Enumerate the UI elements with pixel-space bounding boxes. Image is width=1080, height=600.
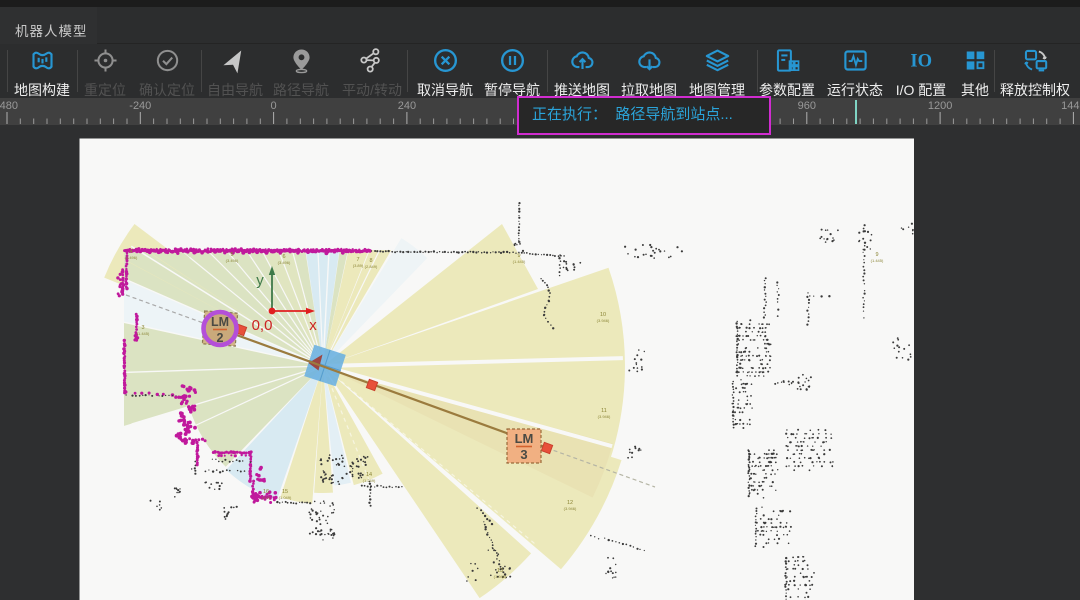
svg-text:(3.496): (3.496): [278, 260, 291, 265]
svg-text:(1.445): (1.445): [513, 259, 526, 264]
svg-text:IO: IO: [910, 51, 932, 72]
svg-text:(1.445): (1.445): [871, 258, 884, 263]
svg-text:240: 240: [398, 100, 416, 112]
svg-text:0: 0: [271, 100, 277, 112]
svg-text:LM: LM: [211, 315, 229, 329]
svg-text:-240: -240: [129, 100, 151, 112]
svg-text:2: 2: [217, 331, 224, 345]
svg-text:(1.946): (1.946): [494, 574, 507, 579]
svg-text:(1.249): (1.249): [363, 478, 376, 483]
svg-text:(2.849): (2.849): [365, 264, 378, 269]
svg-text:(3.496): (3.496): [226, 258, 239, 263]
svg-text:LM: LM: [515, 431, 534, 446]
svg-text:(1.0): (1.0): [262, 495, 271, 500]
svg-text:y: y: [256, 272, 264, 289]
svg-text:(1.049): (1.049): [279, 495, 292, 500]
svg-text:(1.445): (1.445): [137, 331, 150, 336]
svg-text:x: x: [309, 317, 317, 334]
svg-text:1440: 1440: [1061, 100, 1080, 112]
svg-text:(3.946): (3.946): [564, 506, 577, 511]
svg-text:(1.496): (1.496): [125, 255, 138, 260]
svg-text:1200: 1200: [928, 100, 952, 112]
svg-text:0,0: 0,0: [252, 317, 273, 334]
svg-text:(3.946): (3.946): [597, 318, 610, 323]
svg-text:960: 960: [798, 100, 816, 112]
svg-text:3: 3: [520, 447, 527, 462]
svg-text:-480: -480: [0, 100, 18, 112]
svg-text:(3.946): (3.946): [598, 414, 611, 419]
svg-text:(3.89): (3.89): [353, 263, 364, 268]
